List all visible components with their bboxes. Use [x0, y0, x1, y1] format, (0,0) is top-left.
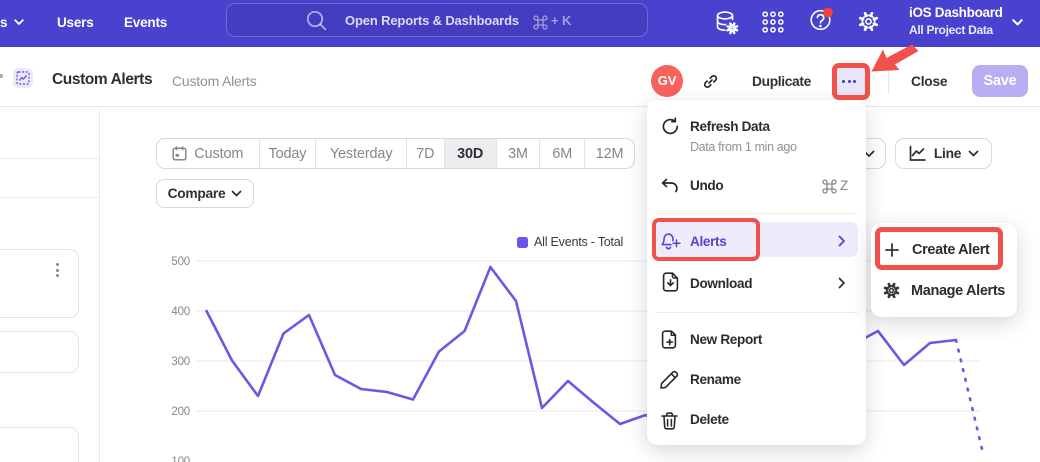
svg-text:500: 500 [171, 256, 190, 268]
svg-text:200: 200 [171, 406, 190, 418]
svg-text:300: 300 [171, 356, 190, 368]
svg-text:400: 400 [171, 306, 190, 318]
svg-text:100: 100 [171, 456, 190, 462]
